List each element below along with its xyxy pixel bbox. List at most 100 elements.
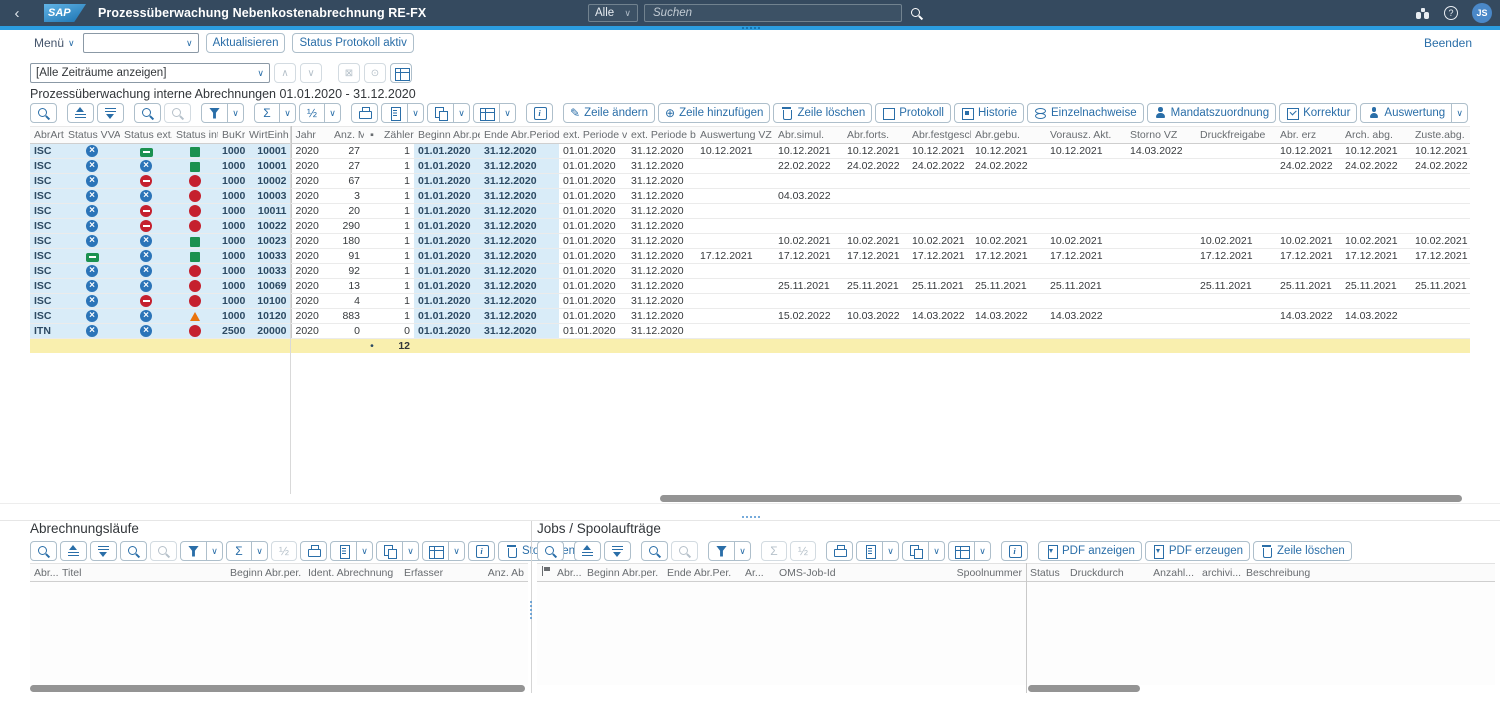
column-header-druckdurch[interactable]: Druckdurch bbox=[1066, 567, 1140, 579]
scrollbar-thumb[interactable] bbox=[660, 495, 1462, 502]
views-button[interactable] bbox=[381, 103, 408, 123]
column-header-zuste[interactable]: Zuste.abg. bbox=[1411, 127, 1470, 144]
period-overview-button[interactable] bbox=[390, 63, 412, 83]
evaluation-menu-button[interactable]: ∨ bbox=[1451, 103, 1468, 123]
mandate-assignment-button[interactable]: Mandatszuordnung bbox=[1147, 103, 1276, 123]
show-details-button[interactable] bbox=[30, 103, 57, 123]
views-menu-button[interactable]: ∨ bbox=[407, 103, 424, 123]
column-header-abr-[interactable]: Abr... bbox=[30, 567, 58, 579]
column-header-zaehler[interactable]: Zähler bbox=[380, 127, 414, 144]
jobs-show-details-button[interactable] bbox=[537, 541, 564, 561]
menu-button[interactable]: Menü ∨ bbox=[34, 36, 75, 50]
runs-filter-menu-button[interactable]: ∨ bbox=[206, 541, 223, 561]
column-header-archivi-[interactable]: archivi... bbox=[1198, 567, 1242, 579]
find-button[interactable] bbox=[134, 103, 161, 123]
column-header-storno[interactable]: Storno VZ bbox=[1126, 127, 1196, 144]
filter-menu-button[interactable]: ∨ bbox=[227, 103, 244, 123]
jobs-filter-button[interactable] bbox=[708, 541, 735, 561]
column-header-simul[interactable]: Abr.simul. bbox=[774, 127, 843, 144]
runs-views-button[interactable] bbox=[330, 541, 357, 561]
pdf-create-button[interactable]: PDF erzeugen bbox=[1145, 541, 1250, 561]
refresh-button[interactable]: Aktualisieren bbox=[206, 33, 286, 53]
runs-sort-ascending-button[interactable] bbox=[60, 541, 87, 561]
info-button[interactable] bbox=[526, 103, 553, 123]
column-header-beginn-abr-per-[interactable]: Beginn Abr.per. bbox=[226, 567, 304, 579]
column-header-erz[interactable]: Abr. erz bbox=[1276, 127, 1341, 144]
sort-descending-button[interactable] bbox=[97, 103, 124, 123]
column-header-ende[interactable]: Ende Abr.Periode bbox=[480, 127, 559, 144]
command-combobox[interactable]: ∨ bbox=[83, 33, 199, 53]
column-header-abrart[interactable]: AbrArt bbox=[30, 127, 64, 144]
column-header-ident-abrechnung[interactable]: Ident. Abrechnung bbox=[304, 567, 400, 579]
runs-layout-button[interactable] bbox=[422, 541, 449, 561]
jobs-filter-menu-button[interactable]: ∨ bbox=[734, 541, 751, 561]
runs-total-button[interactable]: Σ bbox=[226, 541, 252, 561]
table-row[interactable]: ISC10001000320203101.01.202031.12.202001… bbox=[30, 189, 1470, 204]
change-row-button[interactable]: ✎Zeile ändern bbox=[563, 103, 655, 123]
total-button[interactable]: Σ bbox=[254, 103, 280, 123]
column-header-status[interactable]: Status bbox=[1026, 567, 1066, 579]
column-header-gebu[interactable]: Abr.gebu. bbox=[971, 127, 1046, 144]
jobs-export-menu-button[interactable]: ∨ bbox=[928, 541, 945, 561]
layout-menu-button[interactable]: ∨ bbox=[499, 103, 516, 123]
delete-row-button[interactable]: Zeile löschen bbox=[773, 103, 872, 123]
runs-export-button[interactable] bbox=[376, 541, 403, 561]
jobs-export-button[interactable] bbox=[902, 541, 929, 561]
jobs-views-button[interactable] bbox=[856, 541, 883, 561]
column-header-vorausz[interactable]: Vorausz. Akt. bbox=[1046, 127, 1126, 144]
total-menu-button[interactable]: ∨ bbox=[279, 103, 296, 123]
jobs-sort-descending-button[interactable] bbox=[604, 541, 631, 561]
scrollbar-thumb[interactable] bbox=[1028, 685, 1140, 692]
vertical-splitter[interactable] bbox=[531, 521, 532, 693]
runs-filter-button[interactable] bbox=[180, 541, 207, 561]
table-row[interactable]: ISC100010033202091101.01.202031.12.20200… bbox=[30, 249, 1470, 264]
runs-show-details-button[interactable] bbox=[30, 541, 57, 561]
column-header-extvon[interactable]: ext. Periode von bbox=[559, 127, 627, 144]
table-row[interactable]: ISC100010033202092101.01.202031.12.20200… bbox=[30, 264, 1470, 279]
jobs-layout-menu-button[interactable]: ∨ bbox=[974, 541, 991, 561]
help-icon[interactable]: ? bbox=[1444, 6, 1458, 20]
runs-layout-menu-button[interactable]: ∨ bbox=[448, 541, 465, 561]
runs-info-button[interactable] bbox=[468, 541, 495, 561]
add-row-button[interactable]: ⊕Zeile hinzufügen bbox=[658, 103, 770, 123]
table-row[interactable]: ISC100010011202020101.01.202031.12.20200… bbox=[30, 204, 1470, 219]
column-header-ar-[interactable]: Ar... bbox=[741, 567, 775, 579]
column-header-anzme[interactable]: Anz. ME bbox=[330, 127, 364, 144]
runs-views-menu-button[interactable]: ∨ bbox=[356, 541, 373, 561]
evaluation-button[interactable]: Auswertung bbox=[1360, 103, 1452, 123]
splitter-grip[interactable] bbox=[530, 609, 532, 611]
table-row[interactable]: ITN25002000020200001.01.202031.12.202001… bbox=[30, 324, 1470, 339]
column-header-druck[interactable]: Druckfreigabe bbox=[1196, 127, 1276, 144]
column-header-s3[interactable]: Status int. bbox=[172, 127, 218, 144]
column-header-spoolnummer[interactable]: Spoolnummer bbox=[936, 567, 1026, 579]
avatar[interactable]: JS bbox=[1472, 3, 1492, 23]
column-header-s2[interactable]: Status ext. bbox=[120, 127, 172, 144]
binoculars-icon[interactable] bbox=[1415, 8, 1430, 19]
horizontal-splitter[interactable] bbox=[0, 503, 1500, 521]
search-scope-select[interactable]: Alle ∨ bbox=[588, 4, 638, 22]
export-menu-button[interactable]: ∨ bbox=[453, 103, 470, 123]
table-row[interactable]: ISC100010001202027101.01.202031.12.20200… bbox=[30, 159, 1470, 174]
table-row[interactable]: ISC1000100232020180101.01.202031.12.2020… bbox=[30, 234, 1470, 249]
column-header-beginn-abr-per-[interactable]: Beginn Abr.per. bbox=[583, 567, 663, 579]
column-header-flag[interactable] bbox=[537, 566, 553, 579]
jobs-print-button[interactable] bbox=[826, 541, 853, 561]
table-row[interactable]: ISC1000100222020290101.01.202031.12.2020… bbox=[30, 219, 1470, 234]
splitter-grip[interactable] bbox=[750, 516, 752, 518]
column-header-extbis[interactable]: ext. Periode bis bbox=[627, 127, 696, 144]
back-icon[interactable]: ‹ bbox=[0, 5, 34, 22]
subtotal-button[interactable]: ½ bbox=[299, 103, 325, 123]
jobs-views-menu-button[interactable]: ∨ bbox=[882, 541, 899, 561]
status-protocol-button[interactable]: Status Protokoll aktiv bbox=[292, 33, 413, 53]
history-button[interactable]: Historie bbox=[954, 103, 1024, 123]
export-button[interactable] bbox=[427, 103, 454, 123]
protocol-button[interactable]: Protokoll bbox=[875, 103, 951, 123]
jobs-find-button[interactable] bbox=[641, 541, 668, 561]
column-header-anzahl-[interactable]: Anzahl... bbox=[1140, 567, 1198, 579]
column-header-s1[interactable]: Status VVAE bbox=[64, 127, 120, 144]
table-row[interactable]: ISC100010069202013101.01.202031.12.20200… bbox=[30, 279, 1470, 294]
jobs-delete-row-button[interactable]: Zeile löschen bbox=[1253, 541, 1352, 561]
sort-ascending-button[interactable] bbox=[67, 103, 94, 123]
period-combobox[interactable]: [Alle Zeiträume anzeigen] ∨ bbox=[30, 63, 270, 83]
column-header-fest[interactable]: Abr.festgeschri bbox=[908, 127, 971, 144]
